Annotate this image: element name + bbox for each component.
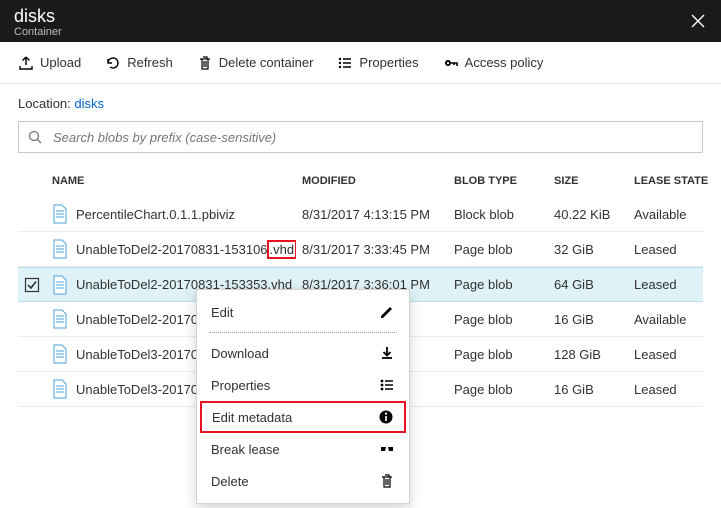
cell-type: Page blob — [448, 242, 548, 257]
file-name: UnableToDel3-20170 — [76, 347, 198, 362]
access-policy-button[interactable]: Access policy — [433, 46, 554, 80]
break-icon — [379, 441, 395, 457]
cell-type: Block blob — [448, 207, 548, 222]
menu-breaklease-label: Break lease — [211, 442, 280, 457]
cell-modified: 8/31/2017 4:13:15 PM — [296, 207, 448, 222]
col-modified[interactable]: MODIFIED — [296, 175, 448, 187]
delete-container-button[interactable]: Delete container — [187, 46, 324, 80]
cell-size: 40.22 KiB — [548, 207, 628, 222]
file-icon — [52, 344, 68, 364]
info-icon — [378, 409, 394, 425]
cell-size: 32 GiB — [548, 242, 628, 257]
cell-lease: Leased — [628, 242, 718, 257]
col-size[interactable]: SIZE — [548, 175, 628, 187]
cell-lease: Available — [628, 312, 718, 327]
menu-download[interactable]: Download — [201, 337, 405, 369]
access-policy-label: Access policy — [465, 55, 544, 70]
cell-type: Page blob — [448, 277, 548, 292]
cell-size: 16 GiB — [548, 382, 628, 397]
upload-label: Upload — [40, 55, 81, 70]
blade-header: disks Container — [0, 0, 721, 42]
file-icon — [52, 379, 68, 399]
cell-size: 128 GiB — [548, 347, 628, 362]
cell-lease: Available — [628, 207, 718, 222]
location-bar: Location: disks — [0, 84, 721, 121]
key-icon — [443, 55, 459, 71]
refresh-label: Refresh — [127, 55, 173, 70]
cell-type: Page blob — [448, 347, 548, 362]
menu-editmeta-label: Edit metadata — [212, 410, 292, 425]
menu-delete[interactable]: Delete — [201, 465, 405, 497]
cell-lease: Leased — [628, 277, 718, 292]
menu-edit-label: Edit — [211, 305, 233, 320]
delete-container-label: Delete container — [219, 55, 314, 70]
col-name[interactable]: NAME — [46, 175, 296, 187]
properties-button[interactable]: Properties — [327, 46, 428, 80]
refresh-button[interactable]: Refresh — [95, 46, 183, 80]
cell-type: Page blob — [448, 312, 548, 327]
file-name: UnableToDel2-20170831-153106.vhd — [76, 242, 296, 257]
file-icon — [52, 204, 68, 224]
properties-icon — [337, 55, 353, 71]
close-icon — [691, 14, 705, 28]
file-name: UnableToDel2-20170 — [76, 312, 198, 327]
location-label: Location: — [18, 96, 71, 111]
menu-properties[interactable]: Properties — [201, 369, 405, 401]
refresh-icon — [105, 55, 121, 71]
menu-properties-label: Properties — [211, 378, 270, 393]
col-lease[interactable]: LEASE STATE — [628, 175, 718, 187]
grid-header: NAME MODIFIED BLOB TYPE SIZE LEASE STATE — [18, 165, 703, 197]
row-checkbox[interactable] — [18, 277, 46, 293]
list-icon — [379, 377, 395, 393]
search-icon — [27, 129, 43, 145]
grid-row[interactable]: PercentileChart.0.1.1.pbiviz 8/31/2017 4… — [18, 197, 703, 232]
upload-icon — [18, 55, 34, 71]
download-icon — [379, 345, 395, 361]
highlight-extension: .vhd — [267, 240, 296, 259]
toolbar: Upload Refresh Delete container Properti… — [0, 42, 721, 84]
col-blobtype[interactable]: BLOB TYPE — [448, 175, 548, 187]
file-icon — [52, 275, 68, 295]
file-icon — [52, 239, 68, 259]
cell-modified: 8/31/2017 3:33:45 PM — [296, 242, 448, 257]
close-button[interactable] — [685, 8, 711, 34]
file-name: UnableToDel3-20170 — [76, 382, 198, 397]
menu-edit-metadata[interactable]: Edit metadata — [200, 401, 406, 433]
file-icon — [52, 309, 68, 329]
check-icon — [24, 277, 40, 293]
context-menu: Edit Download Properties Edit metadata B… — [196, 289, 410, 504]
search-input[interactable] — [51, 129, 694, 146]
trash-icon — [379, 473, 395, 489]
cell-size: 64 GiB — [548, 277, 628, 292]
menu-edit[interactable]: Edit — [201, 296, 405, 328]
menu-break-lease[interactable]: Break lease — [201, 433, 405, 465]
blade-subtitle: Container — [14, 26, 707, 38]
file-name: PercentileChart.0.1.1.pbiviz — [76, 207, 235, 222]
menu-separator — [209, 332, 397, 333]
properties-label: Properties — [359, 55, 418, 70]
blade-title: disks — [14, 6, 707, 26]
cell-lease: Leased — [628, 347, 718, 362]
upload-button[interactable]: Upload — [8, 46, 91, 80]
cell-type: Page blob — [448, 382, 548, 397]
location-link[interactable]: disks — [74, 96, 104, 111]
cell-size: 16 GiB — [548, 312, 628, 327]
menu-download-label: Download — [211, 346, 269, 361]
menu-delete-label: Delete — [211, 474, 249, 489]
trash-icon — [197, 55, 213, 71]
pencil-icon — [379, 304, 395, 320]
search-box[interactable] — [18, 121, 703, 153]
cell-lease: Leased — [628, 382, 718, 397]
grid-row[interactable]: UnableToDel2-20170831-153106.vhd 8/31/20… — [18, 232, 703, 267]
